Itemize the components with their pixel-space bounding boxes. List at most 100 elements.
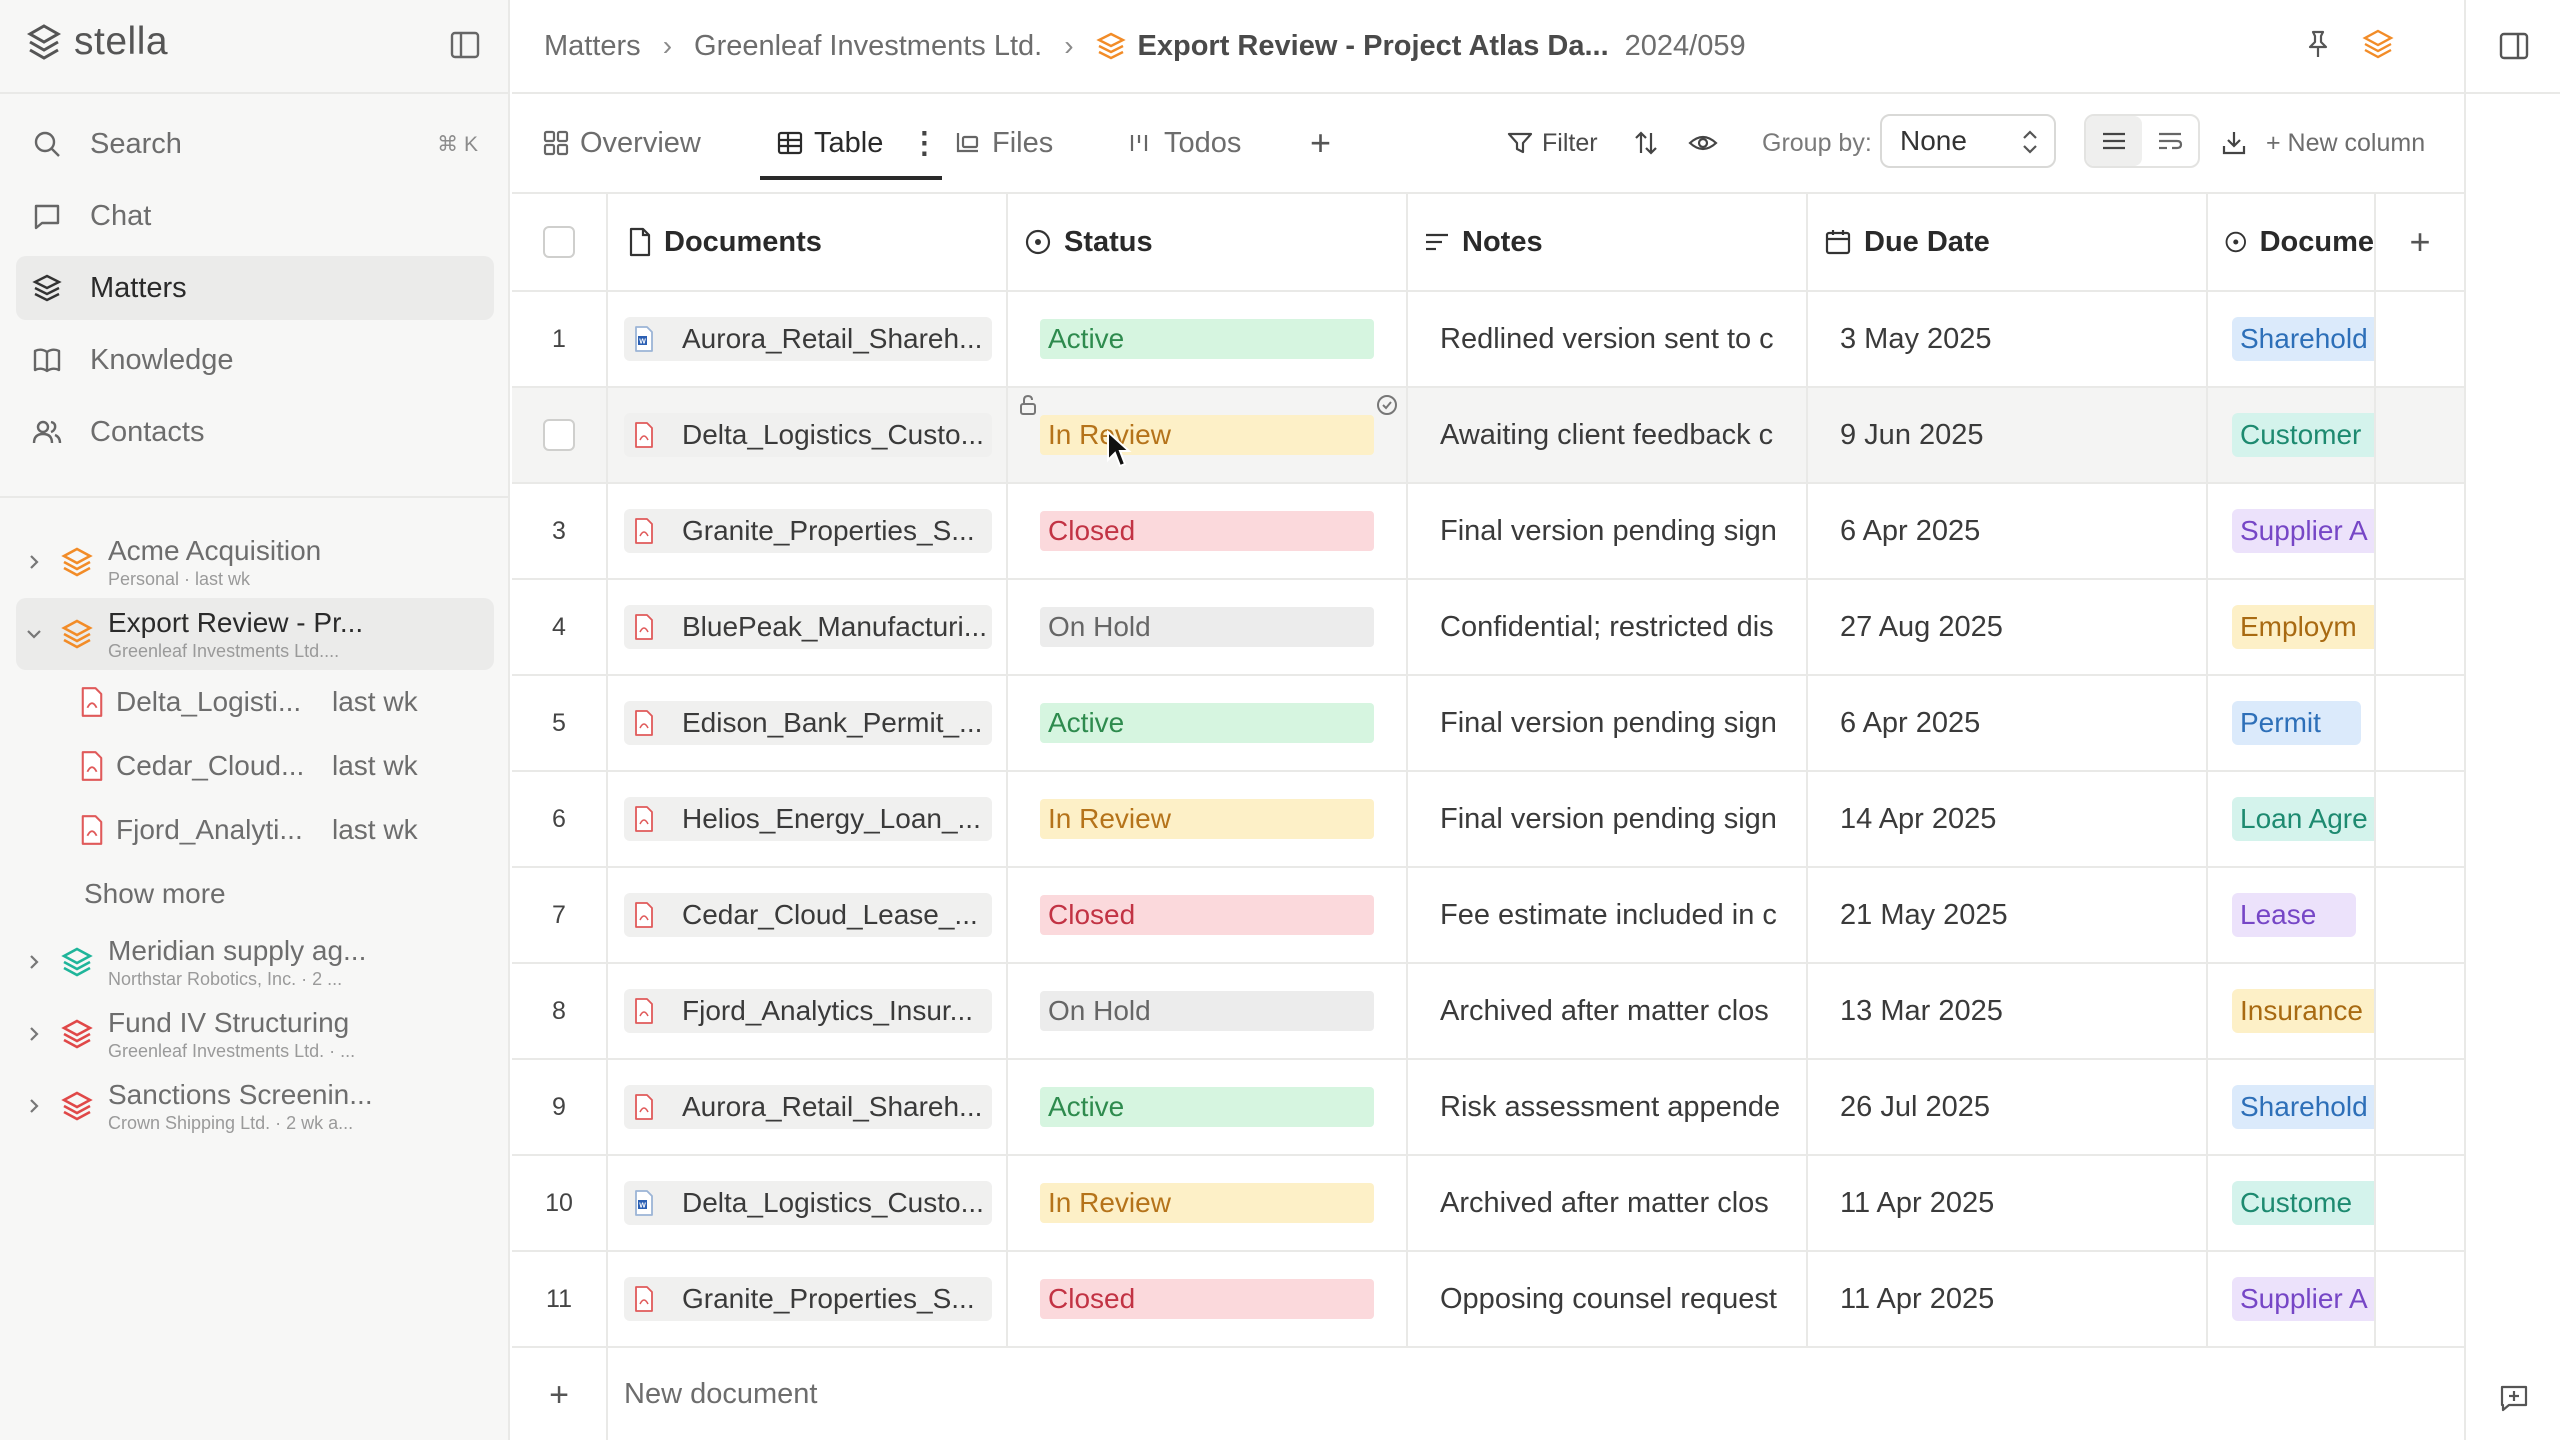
notes-cell[interactable]: Final version pending sign [1408, 676, 1808, 770]
table-row[interactable]: 9 Aurora_Retail_Shareh... Active Risk asses… [512, 1060, 2464, 1156]
due-date-cell[interactable]: 11 Apr 2025 [1808, 1156, 2208, 1250]
status-cell[interactable]: Closed [1008, 868, 1408, 962]
sidebar-item-search[interactable]: Search ⌘ K [16, 112, 494, 176]
notes-cell[interactable]: Confidential; restricted dis [1408, 580, 1808, 674]
status-badge[interactable]: Active [1040, 319, 1374, 359]
status-cell[interactable]: In Review [1008, 772, 1408, 866]
due-date-cell[interactable]: 6 Apr 2025 [1808, 676, 2208, 770]
sidebar-item-knowledge[interactable]: Knowledge [16, 328, 494, 392]
notes-cell[interactable]: Redlined version sent to c [1408, 292, 1808, 386]
document-type-cell[interactable]: Permit [2208, 676, 2376, 770]
document-chip[interactable]: Helios_Energy_Loan_... [624, 797, 992, 841]
toggle-right-panel-button[interactable] [2466, 0, 2560, 94]
row-checkbox[interactable] [543, 419, 575, 451]
due-date-cell[interactable]: 11 Apr 2025 [1808, 1252, 2208, 1346]
document-cell[interactable]: Delta_Logistics_Custo... [608, 388, 1008, 482]
table-row[interactable]: Delta_Logistics_Custo... In Review Awaitin… [512, 388, 2464, 484]
app-logo[interactable]: stella [24, 20, 168, 64]
status-cell[interactable]: Closed [1008, 484, 1408, 578]
document-chip[interactable]: Granite_Properties_S... [624, 1277, 992, 1321]
due-date-cell[interactable]: 13 Mar 2025 [1808, 964, 2208, 1058]
status-badge[interactable]: Active [1040, 703, 1374, 743]
document-cell[interactable]: Aurora_Retail_Shareh... [608, 1060, 1008, 1154]
document-cell[interactable]: Edison_Bank_Permit_... [608, 676, 1008, 770]
status-badge[interactable]: Active [1040, 1087, 1374, 1127]
feedback-button[interactable] [2466, 1382, 2560, 1414]
chevron-right-icon[interactable] [16, 952, 52, 972]
column-header-due-date[interactable]: Due Date [1808, 194, 2208, 290]
filter-button[interactable]: Filter [1506, 118, 1598, 168]
status-badge[interactable]: Closed [1040, 895, 1374, 935]
notes-cell[interactable]: Archived after matter clos [1408, 1156, 1808, 1250]
table-row[interactable]: 4 BluePeak_Manufacturi... On Hold Confident… [512, 580, 2464, 676]
document-chip[interactable]: W Delta_Logistics_Custo... [624, 1181, 992, 1225]
document-type-cell[interactable]: Lease [2208, 868, 2376, 962]
lock-icon[interactable] [1018, 394, 1038, 416]
matter-item[interactable]: Acme Acquisition Personal · last wk [16, 526, 494, 598]
document-cell[interactable]: Helios_Energy_Loan_... [608, 772, 1008, 866]
table-row[interactable]: 10 W Delta_Logistics_Custo... In Review Arch… [512, 1156, 2464, 1252]
table-row[interactable]: 6 Helios_Energy_Loan_... In Review Final ve… [512, 772, 2464, 868]
document-chip[interactable]: Granite_Properties_S... [624, 509, 992, 553]
document-cell[interactable]: W Delta_Logistics_Custo... [608, 1156, 1008, 1250]
table-row[interactable]: 7 Cedar_Cloud_Lease_... Closed Fee estimate… [512, 868, 2464, 964]
due-date-cell[interactable]: 14 Apr 2025 [1808, 772, 2208, 866]
document-cell[interactable]: Fjord_Analytics_Insur... [608, 964, 1008, 1058]
table-row[interactable]: 3 Granite_Properties_S... Closed Final vers… [512, 484, 2464, 580]
due-date-cell[interactable]: 26 Jul 2025 [1808, 1060, 2208, 1154]
document-cell[interactable]: W Aurora_Retail_Shareh... [608, 292, 1008, 386]
column-header-document-type[interactable]: Docume [2208, 194, 2376, 290]
document-type-cell[interactable]: Sharehold [2208, 1060, 2376, 1154]
status-badge[interactable]: Closed [1040, 1279, 1374, 1319]
add-column-button[interactable]: + [2376, 194, 2464, 290]
group-by-select[interactable]: None [1880, 114, 2056, 168]
breadcrumb-current[interactable]: Export Review - Project Atlas Da... [1138, 30, 1609, 63]
status-cell[interactable]: Active [1008, 1060, 1408, 1154]
collapse-sidebar-button[interactable] [450, 30, 480, 60]
visibility-button[interactable] [1688, 118, 1718, 168]
due-date-cell[interactable]: 27 Aug 2025 [1808, 580, 2208, 674]
matter-item[interactable]: Fund IV Structuring Greenleaf Investments… [16, 998, 494, 1070]
due-date-cell[interactable]: 3 May 2025 [1808, 292, 2208, 386]
document-type-cell[interactable]: Customer [2208, 388, 2376, 482]
status-badge[interactable]: In Review [1040, 799, 1374, 839]
matter-document-item[interactable]: Delta_Logisti... last wk [16, 670, 494, 734]
column-header-documents[interactable]: Documents [608, 194, 1008, 290]
notes-cell[interactable]: Opposing counsel request [1408, 1252, 1808, 1346]
notes-cell[interactable]: Final version pending sign [1408, 772, 1808, 866]
chevron-right-icon[interactable] [16, 1096, 52, 1116]
tab-more-icon[interactable]: ⋮ [909, 126, 939, 161]
chevron-right-icon[interactable] [16, 552, 52, 572]
check-circle-icon[interactable] [1376, 394, 1398, 416]
column-header-notes[interactable]: Notes [1408, 194, 1808, 290]
matter-document-item[interactable]: Cedar_Cloud... last wk [16, 734, 494, 798]
table-row[interactable]: 1 W Aurora_Retail_Shareh... Active Redlined … [512, 292, 2464, 388]
tab-files[interactable]: Files [954, 118, 1053, 168]
document-chip[interactable]: Fjord_Analytics_Insur... [624, 989, 992, 1033]
new-column-button[interactable]: + New column [2266, 118, 2425, 168]
document-chip[interactable]: Aurora_Retail_Shareh... [624, 1085, 992, 1129]
layers-icon[interactable] [2362, 28, 2394, 60]
document-type-cell[interactable]: Loan Agre [2208, 772, 2376, 866]
tab-overview[interactable]: Overview [542, 118, 701, 168]
breadcrumb-matters[interactable]: Matters [544, 30, 641, 63]
add-document-button[interactable]: + [512, 1348, 608, 1440]
breadcrumb-client[interactable]: Greenleaf Investments Ltd. [694, 30, 1042, 63]
matter-item[interactable]: Meridian supply ag... Northstar Robotics,… [16, 926, 494, 998]
due-date-cell[interactable]: 9 Jun 2025 [1808, 388, 2208, 482]
document-type-cell[interactable]: Insurance [2208, 964, 2376, 1058]
document-type-cell[interactable]: Supplier A [2208, 1252, 2376, 1346]
add-tab-button[interactable]: + [1310, 118, 1331, 168]
document-type-cell[interactable]: Supplier A [2208, 484, 2376, 578]
status-cell[interactable]: On Hold [1008, 964, 1408, 1058]
status-badge[interactable]: On Hold [1040, 991, 1374, 1031]
download-button[interactable] [2220, 118, 2248, 168]
status-badge[interactable]: In Review [1040, 415, 1374, 455]
document-type-cell[interactable]: Sharehold [2208, 292, 2376, 386]
document-cell[interactable]: Cedar_Cloud_Lease_... [608, 868, 1008, 962]
status-cell[interactable]: Active [1008, 292, 1408, 386]
status-cell[interactable]: In Review [1008, 388, 1408, 482]
compact-rows-button[interactable] [2086, 116, 2142, 166]
wrap-rows-button[interactable] [2142, 116, 2198, 166]
notes-cell[interactable]: Awaiting client feedback c [1408, 388, 1808, 482]
